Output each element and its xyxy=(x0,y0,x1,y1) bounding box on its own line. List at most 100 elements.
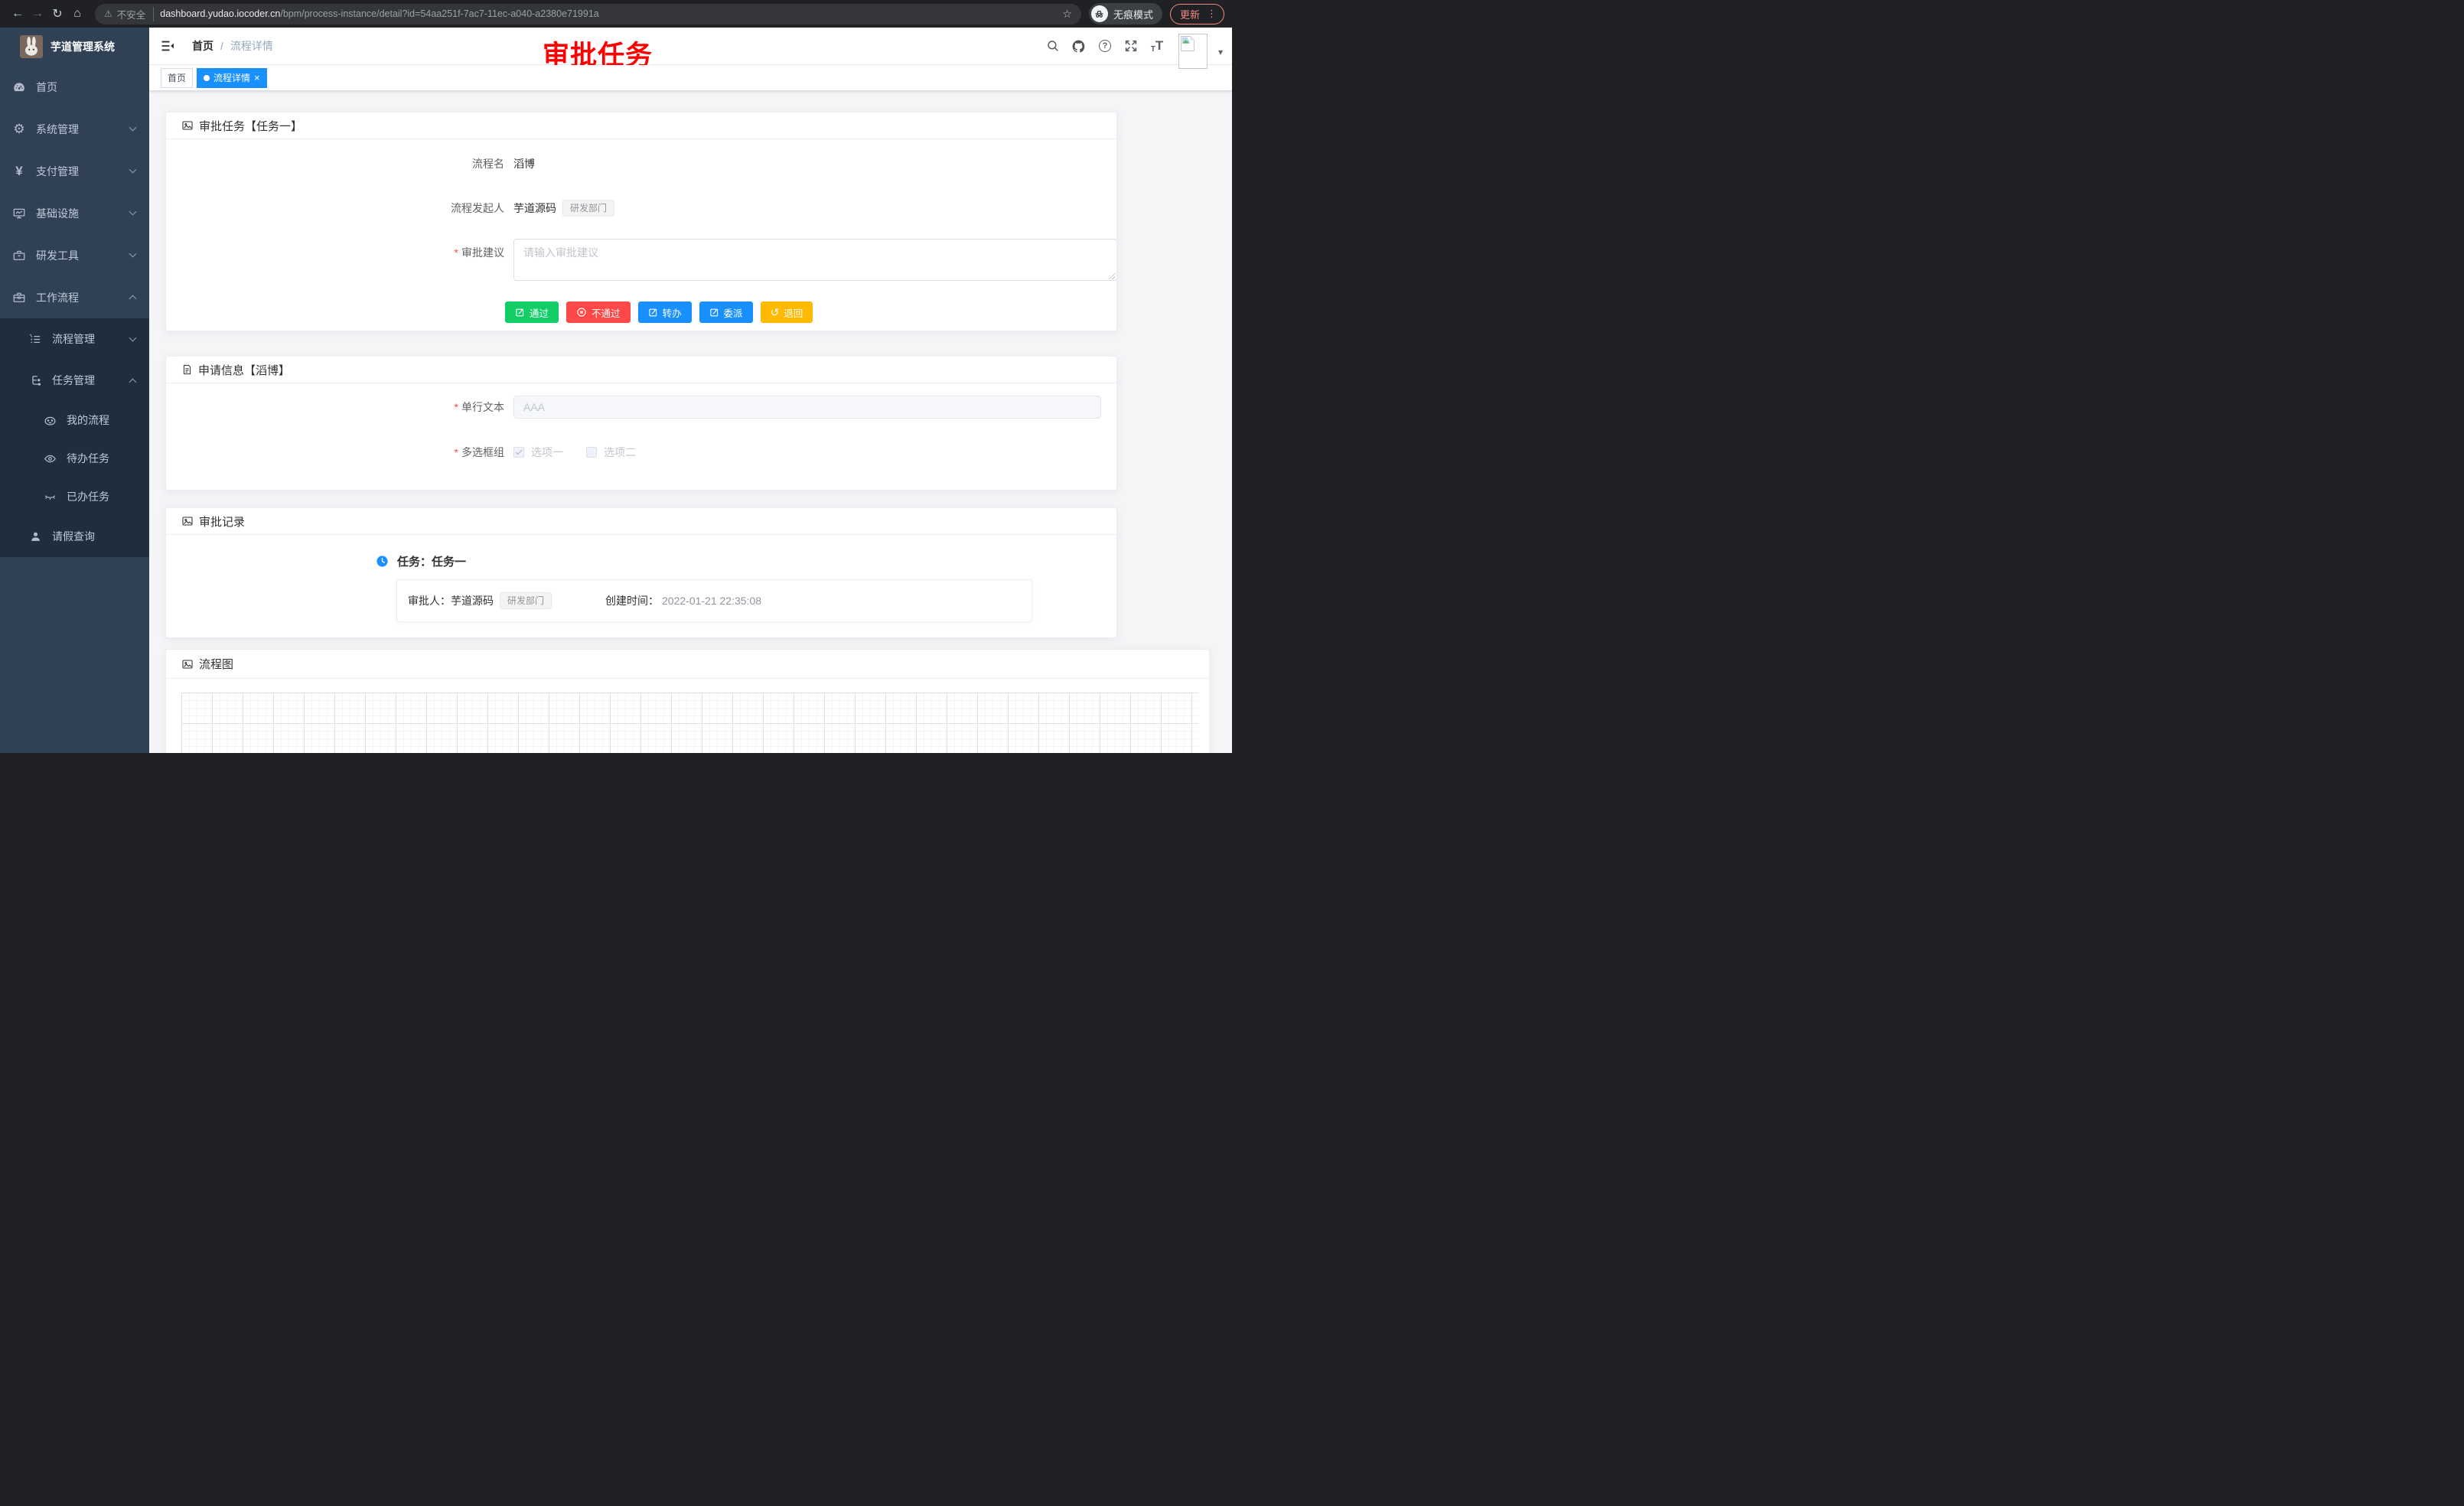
document-icon xyxy=(181,363,193,376)
checkbox-group: 选项一 选项二 xyxy=(513,445,636,460)
initiator-value: 芋道源码 xyxy=(513,200,556,216)
card-title: 审批任务【任务一】 xyxy=(199,118,302,134)
avatar[interactable] xyxy=(1178,34,1208,69)
single-line-text-input xyxy=(513,396,1101,419)
approve-card-header: 审批任务【任务一】 xyxy=(166,112,1116,139)
picture-icon xyxy=(181,515,194,527)
font-size-icon[interactable]: TT xyxy=(1149,38,1165,54)
sidebar-item-home[interactable]: 首页 xyxy=(0,66,149,108)
top-navbar: 首页 / 流程详情 审批任务 ? TT xyxy=(149,28,1232,65)
address-bar[interactable]: ⚠ 不安全 dashboard.yudao.iocoder.cn/bpm/pro… xyxy=(95,4,1081,24)
approve-actions: 通过 不通过 转办 委派 xyxy=(505,302,1101,323)
chevron-down-icon xyxy=(129,334,137,341)
application-card-header: 申请信息【滔博】 xyxy=(166,357,1116,383)
sidebar-logo[interactable]: 芋道管理系统 xyxy=(0,28,149,66)
sidebar-item-label: 工作流程 xyxy=(36,290,79,305)
tab-process-detail[interactable]: 流程详情 × xyxy=(197,68,267,88)
sidebar-item-done-tasks[interactable]: 已办任务 xyxy=(0,478,149,516)
approve-button[interactable]: 通过 xyxy=(505,302,559,323)
sidebar-item-workflow[interactable]: 工作流程 xyxy=(0,276,149,318)
process-name-label: 流程名 xyxy=(181,156,513,171)
not-secure-warning-icon: ⚠ xyxy=(104,8,112,19)
breadcrumb: 首页 / 流程详情 xyxy=(192,38,273,54)
sidebar-item-payment[interactable]: ¥ 支付管理 xyxy=(0,150,149,192)
tab-home[interactable]: 首页 xyxy=(161,68,193,88)
sidebar-item-label: 任务管理 xyxy=(52,373,95,388)
toolbox-icon xyxy=(11,249,27,262)
dept-tag: 研发部门 xyxy=(562,200,614,217)
card-title: 申请信息【滔博】 xyxy=(198,362,290,378)
diagram-card-header: 流程图 xyxy=(166,650,1209,679)
text-field-label: 单行文本 xyxy=(181,399,513,415)
face-icon xyxy=(42,414,57,427)
sidebar: 芋道管理系统 首页 ⚙ 系统管理 ¥ 支付管理 基础设施 xyxy=(0,28,149,753)
sidebar-item-todo-tasks[interactable]: 待办任务 xyxy=(0,439,149,478)
chevron-down-icon xyxy=(129,250,137,258)
sidebar-item-leave-query[interactable]: 请假查询 xyxy=(0,516,149,557)
record-card-header: 审批记录 xyxy=(166,508,1116,535)
return-button[interactable]: ↺ 退回 xyxy=(761,302,813,323)
suggestion-row: 审批建议 xyxy=(181,239,1101,283)
monitor-icon xyxy=(11,207,27,220)
sidebar-item-label: 研发工具 xyxy=(36,248,79,263)
help-icon[interactable]: ? xyxy=(1097,38,1113,54)
not-secure-label: 不安全 xyxy=(117,7,155,21)
breadcrumb-home[interactable]: 首页 xyxy=(192,38,213,54)
sidebar-item-devtools[interactable]: 研发工具 xyxy=(0,234,149,276)
browser-back-icon[interactable]: ← xyxy=(8,7,28,21)
yen-icon: ¥ xyxy=(11,165,27,178)
sidebar-item-label: 基础设施 xyxy=(36,206,79,221)
initiator-label: 流程发起人 xyxy=(181,200,513,216)
browser-update-button[interactable]: 更新 ⋮ xyxy=(1170,4,1224,24)
suggestion-label: 审批建议 xyxy=(181,239,513,260)
github-icon[interactable] xyxy=(1071,38,1087,54)
eye-closed-icon xyxy=(42,491,57,504)
suggestion-textarea[interactable] xyxy=(513,239,1117,281)
browser-home-icon[interactable]: ⌂ xyxy=(67,7,87,21)
checkbox-label: 选项二 xyxy=(604,445,636,460)
url-host: dashboard.yudao.iocoder.cn xyxy=(160,8,280,19)
sidebar-item-my-process[interactable]: 我的流程 xyxy=(0,401,149,439)
circle-close-icon xyxy=(576,307,587,318)
breadcrumb-current: 流程详情 xyxy=(230,38,273,54)
sidebar-item-system[interactable]: ⚙ 系统管理 xyxy=(0,108,149,150)
fullscreen-icon[interactable] xyxy=(1123,38,1139,54)
bpmn-diagram-canvas[interactable] xyxy=(181,693,1198,753)
app-title: 芋道管理系统 xyxy=(51,39,115,54)
initiator-row: 流程发起人 芋道源码 研发部门 xyxy=(181,200,1101,217)
incognito-badge: 无痕模式 xyxy=(1089,3,1162,24)
avatar-caret-down-icon[interactable]: ▾ xyxy=(1218,47,1223,57)
transfer-button[interactable]: 转办 xyxy=(638,302,692,323)
browser-forward-icon[interactable]: → xyxy=(28,7,47,21)
dept-tag: 研发部门 xyxy=(500,592,552,609)
edit-icon xyxy=(709,308,719,318)
search-icon[interactable] xyxy=(1045,38,1061,54)
delegate-button[interactable]: 委派 xyxy=(699,302,753,323)
checkbox-option-1: 选项一 xyxy=(513,445,563,460)
process-name-value: 滔博 xyxy=(513,156,535,171)
browser-menu-dots-icon[interactable]: ⋮ xyxy=(1207,8,1217,20)
sidebar-item-infra[interactable]: 基础设施 xyxy=(0,192,149,234)
sidebar-collapse-icon[interactable] xyxy=(160,38,175,54)
browser-reload-icon[interactable]: ↻ xyxy=(47,6,67,21)
sidebar-item-process-manage[interactable]: 流程管理 xyxy=(0,318,149,360)
sidebar-item-label: 请假查询 xyxy=(52,529,95,544)
reject-button[interactable]: 不通过 xyxy=(566,302,631,323)
update-label: 更新 xyxy=(1180,7,1200,21)
clock-icon xyxy=(376,555,389,568)
chevron-down-icon xyxy=(129,208,137,216)
dashboard-icon xyxy=(11,80,27,94)
sidebar-item-label: 支付管理 xyxy=(36,164,79,179)
card-title: 流程图 xyxy=(199,656,233,672)
tab-close-icon[interactable]: × xyxy=(254,73,260,83)
checkbox-group-label: 多选框组 xyxy=(181,445,513,460)
sidebar-item-task-manage[interactable]: 任务管理 xyxy=(0,360,149,401)
created-time-label: 创建时间： xyxy=(605,593,659,608)
approve-task-card: 审批任务【任务一】 流程名 滔博 流程发起人 芋道源码 研发部门 审批建议 xyxy=(165,112,1117,331)
bookmark-star-icon[interactable]: ☆ xyxy=(1062,8,1072,21)
created-time-value: 2022-01-21 22:35:08 xyxy=(662,595,761,607)
picture-icon xyxy=(181,119,194,132)
workflow-submenu: 流程管理 任务管理 我的流程 待办任务 xyxy=(0,318,149,557)
approval-record-card: 审批记录 任务：任务一 审批人： 芋道源码 研发部门 创建时间： 2022-01… xyxy=(165,507,1117,638)
checkbox-option-2: 选项二 xyxy=(586,445,636,460)
